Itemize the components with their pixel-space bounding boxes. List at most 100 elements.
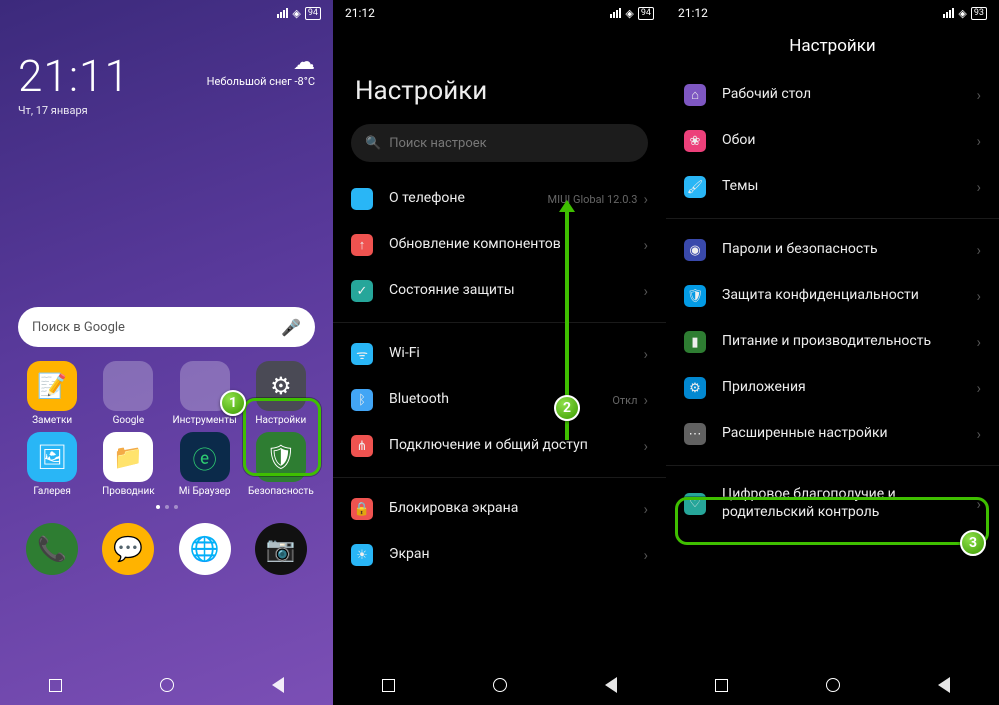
- android-navbar: [333, 665, 666, 705]
- weather-widget[interactable]: ☁ Небольшой снег -8°C: [207, 50, 315, 117]
- google-search-bar[interactable]: Поиск в Google 🎤: [18, 307, 315, 347]
- lock-icon: 🔒: [351, 498, 373, 520]
- fingerprint-icon: ◉: [684, 239, 706, 261]
- app-gallery[interactable]: 🖼Галерея: [14, 432, 90, 497]
- chevron-right-icon: ›: [643, 236, 648, 254]
- back-button[interactable]: [938, 677, 950, 693]
- dock: 📞 💬 🌐 📷: [0, 509, 333, 579]
- update-icon: ↑: [351, 234, 373, 256]
- chevron-right-icon: ›: [643, 345, 648, 363]
- share-icon: ⋔: [351, 435, 373, 457]
- battery-icon: 94: [638, 7, 654, 20]
- shield-icon: ✓: [351, 280, 373, 302]
- row-themes[interactable]: 🖌 Темы›: [666, 164, 999, 210]
- display-icon: ☀: [351, 544, 373, 566]
- app-settings[interactable]: ⚙Настройки: [243, 361, 319, 426]
- recents-button[interactable]: [715, 679, 728, 692]
- row-additional-settings[interactable]: ⋯ Расширенные настройки›: [666, 411, 999, 457]
- divider: [666, 218, 999, 219]
- row-home-screen[interactable]: ⌂ Рабочий стол›: [666, 72, 999, 118]
- step-badge-1: 1: [220, 390, 246, 416]
- settings-search[interactable]: 🔍 Поиск настроек: [351, 124, 648, 162]
- row-update-components[interactable]: ↑ Обновление компонентов ›: [333, 222, 666, 268]
- row-security-status[interactable]: ✓ Состояние защиты ›: [333, 268, 666, 314]
- signal-icon: [277, 8, 288, 18]
- wifi-icon: ◈: [292, 7, 300, 20]
- themes-icon: 🖌: [684, 176, 706, 198]
- recents-button[interactable]: [49, 679, 62, 692]
- android-navbar: [666, 665, 999, 705]
- phone-icon: [351, 188, 373, 210]
- battery-icon: 93: [971, 7, 987, 20]
- dock-phone[interactable]: 📞: [26, 523, 78, 579]
- step-badge-2: 2: [554, 395, 580, 421]
- settings-panel-scrolled: 21:12 ◈ 93 Настройки ⌂ Рабочий стол› ❀ О…: [666, 0, 999, 705]
- row-passwords-security[interactable]: ◉ Пароли и безопасность›: [666, 227, 999, 273]
- app-browser[interactable]: ⓔMi Браузер: [167, 432, 243, 497]
- status-bar: ◈ 94: [0, 0, 333, 26]
- mic-icon[interactable]: 🎤: [281, 318, 301, 337]
- android-navbar: [0, 665, 333, 705]
- home-icon: ⌂: [684, 84, 706, 106]
- settings-panel-main: 21:12 ◈ 94 Настройки 🔍 Поиск настроек О …: [333, 0, 666, 705]
- app-grid: 📝Заметки Google Инструменты ⚙Настройки 🖼…: [0, 347, 333, 497]
- row-privacy[interactable]: 🛡 Защита конфиденциальности›: [666, 273, 999, 319]
- homescreen-panel: ◈ 94 21:11 Чт, 17 января ☁ Небольшой сне…: [0, 0, 333, 705]
- dock-camera[interactable]: 📷: [255, 523, 307, 579]
- dock-browser[interactable]: 🌐: [179, 523, 231, 579]
- chevron-right-icon: ›: [643, 546, 648, 564]
- row-battery-performance[interactable]: ▮ Питание и производительность›: [666, 319, 999, 365]
- cloud-icon: ☁: [207, 50, 315, 75]
- apps-icon: ⚙: [684, 377, 706, 399]
- back-button[interactable]: [605, 677, 617, 693]
- step-badge-3: 3: [960, 530, 986, 556]
- clock-time: 21:11: [18, 50, 130, 102]
- bluetooth-icon: ᛒ: [351, 389, 373, 411]
- wifi-icon: ᯤ: [351, 343, 373, 365]
- row-lockscreen[interactable]: 🔒 Блокировка экрана ›: [333, 486, 666, 532]
- row-connection-sharing[interactable]: ⋔ Подключение и общий доступ ›: [333, 423, 666, 469]
- more-icon: ⋯: [684, 423, 706, 445]
- clock-date: Чт, 17 января: [18, 104, 130, 117]
- app-google-folder[interactable]: Google: [90, 361, 166, 426]
- wallpaper-icon: ❀: [684, 130, 706, 152]
- search-icon: 🔍: [365, 136, 381, 151]
- row-apps[interactable]: ⚙ Приложения›: [666, 365, 999, 411]
- chevron-right-icon: ›: [643, 437, 648, 455]
- recents-button[interactable]: [382, 679, 395, 692]
- battery-icon: 94: [305, 7, 321, 20]
- back-button[interactable]: [272, 677, 284, 693]
- signal-icon: [610, 8, 621, 18]
- row-about-phone[interactable]: О телефоне MIUI Global 12.0.3 ›: [333, 176, 666, 222]
- wifi-icon: ◈: [625, 7, 633, 20]
- wellbeing-icon: ♡: [684, 493, 706, 515]
- row-wifi[interactable]: ᯤ Wi-Fi ›: [333, 331, 666, 377]
- dock-messages[interactable]: 💬: [102, 523, 154, 579]
- home-button[interactable]: [826, 678, 840, 692]
- chevron-right-icon: ›: [643, 190, 648, 208]
- app-security[interactable]: 🛡Безопасность: [243, 432, 319, 497]
- app-notes[interactable]: 📝Заметки: [14, 361, 90, 426]
- divider: [666, 465, 999, 466]
- home-button[interactable]: [493, 678, 507, 692]
- search-placeholder: Поиск в Google: [32, 320, 125, 335]
- row-digital-wellbeing[interactable]: ♡ Цифровое благополучие и родительский к…: [666, 474, 999, 533]
- divider: [333, 322, 666, 323]
- app-explorer[interactable]: 📁Проводник: [90, 432, 166, 497]
- settings-title: Настройки: [666, 26, 999, 72]
- privacy-icon: 🛡: [684, 285, 706, 307]
- chevron-right-icon: ›: [643, 391, 648, 409]
- status-time: 21:12: [345, 6, 375, 20]
- status-bar: 21:12 ◈ 93: [666, 0, 999, 26]
- chevron-right-icon: ›: [643, 282, 648, 300]
- row-display[interactable]: ☀ Экран ›: [333, 532, 666, 578]
- row-wallpaper[interactable]: ❀ Обои›: [666, 118, 999, 164]
- divider: [333, 477, 666, 478]
- settings-title: Настройки: [333, 26, 666, 118]
- home-button[interactable]: [160, 678, 174, 692]
- wifi-icon: ◈: [958, 7, 966, 20]
- chevron-right-icon: ›: [643, 500, 648, 518]
- signal-icon: [943, 8, 954, 18]
- status-time: 21:12: [678, 6, 708, 20]
- row-bluetooth[interactable]: ᛒ Bluetooth Откл ›: [333, 377, 666, 423]
